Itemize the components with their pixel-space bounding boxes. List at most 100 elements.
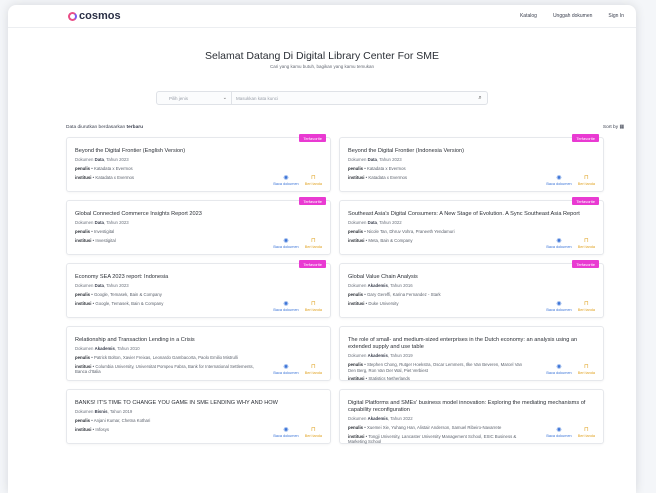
bookmark-label: Beri tanda (304, 182, 322, 186)
document-label: Dokumen (75, 409, 94, 414)
institution-value: Google, Temasek, Bain & Company (95, 300, 164, 306)
bookmark-label: Beri tanda (304, 245, 322, 249)
authors-line: penulis • Stephen Chong, Rutger Hoekstra… (348, 362, 523, 373)
card-actions: ◉ Baca dokumen ⊓ Beri tanda (273, 427, 322, 438)
read-document-label: Baca dokumen (546, 434, 572, 438)
document-card[interactable]: BANKS! IT'S TIME TO CHANGE YOU GAME IN S… (66, 389, 331, 444)
document-title[interactable]: Global Connected Commerce Insights Repor… (75, 211, 322, 218)
document-title[interactable]: Beyond the Digital Frontier (English Ver… (75, 148, 322, 155)
bookmark-button[interactable]: ⊓ Beri tanda (305, 175, 322, 186)
chevron-down-icon: ⌄ (222, 95, 227, 101)
nav-upload-document[interactable]: Unggah dokumen (553, 13, 592, 19)
grid-icon: ▦ (619, 125, 624, 130)
document-year: Tahun 2023 (106, 283, 129, 288)
institution-value: Duke University (368, 300, 399, 306)
bookmark-button[interactable]: ⊓ Beri tanda (305, 238, 322, 249)
read-document-label: Baca dokumen (546, 245, 572, 249)
authors-value: Anjani Kumar, Chetna Kothari (93, 418, 151, 423)
document-meta: Dokumen Data, Tahun 2022 (348, 220, 402, 225)
institution-value: Tongji University, Lancaster University … (348, 433, 517, 445)
bookmark-icon: ⊓ (311, 238, 316, 244)
document-card[interactable]: Relationship and Transaction Lending in … (66, 326, 331, 381)
document-title[interactable]: Relationship and Transaction Lending in … (75, 337, 322, 344)
bookmark-button[interactable]: ⊓ Beri tanda (578, 238, 595, 249)
bookmark-button[interactable]: ⊓ Beri tanda (305, 301, 322, 312)
authors-line: penulis • Investigital (75, 229, 115, 234)
institution-line: institusi • Google, Temasek, Bain & Comp… (75, 300, 164, 306)
authors-value: Gary Gereffi, Karina Fernandez - Stark (366, 292, 441, 297)
document-meta: Dokumen Data, Tahun 2023 (75, 220, 129, 225)
document-title[interactable]: Digital Platforms and SMEs' business mod… (348, 400, 595, 414)
institution-value: Statistics Netherlands (368, 376, 410, 381)
document-card[interactable]: Digital Platforms and SMEs' business mod… (339, 389, 604, 444)
sort-by-label: Sort by (602, 125, 619, 130)
card-actions: ◉ Baca dokumen ⊓ Beri tanda (273, 364, 322, 375)
bookmark-button[interactable]: ⊓ Beri tanda (578, 364, 595, 375)
keyword-input[interactable]: Masukkan kata kunci (232, 96, 473, 101)
document-title[interactable]: The role of small- and medium-sized ente… (348, 337, 595, 351)
sort-value: terbaru (126, 125, 144, 130)
read-document-button[interactable]: ◉ Baca dokumen (273, 238, 298, 249)
favorite-badge: Terfavorite (572, 134, 599, 142)
bookmark-label: Beri tanda (577, 182, 595, 186)
document-year: Tahun 2022 (390, 416, 413, 421)
authors-value: Xuemei Xie, Yuhang Han, Alistair Anderso… (366, 425, 502, 430)
institution-label: institusi (75, 426, 92, 432)
document-card[interactable]: Terfavorite Economy SEA 2023 report: Ind… (66, 260, 331, 318)
bookmark-icon: ⊓ (584, 427, 589, 433)
nav-katalog[interactable]: Katalog (520, 13, 537, 19)
bookmark-button[interactable]: ⊓ Beri tanda (578, 301, 595, 312)
read-document-button[interactable]: ◉ Baca dokumen (273, 175, 298, 186)
document-card[interactable]: Terfavorite Southeast Asia's Digital Con… (339, 197, 604, 255)
document-card[interactable]: Terfavorite Global Value Chain Analysis … (339, 260, 604, 318)
nav-links: Katalog Unggah dokumen Sign In (520, 13, 624, 19)
read-document-button[interactable]: ◉ Baca dokumen (273, 364, 298, 375)
document-card[interactable]: Terfavorite Global Connected Commerce In… (66, 197, 331, 255)
read-document-button[interactable]: ◉ Baca dokumen (546, 238, 571, 249)
nav-sign-in[interactable]: Sign In (608, 13, 624, 19)
institution-label: institusi (348, 433, 365, 439)
cosmos-logo[interactable]: cosmos (68, 10, 121, 22)
institution-line: institusi • Meta, Bain & Company (348, 237, 413, 243)
bookmark-label: Beri tanda (304, 434, 322, 438)
document-label: Dokumen (348, 416, 367, 421)
read-document-button[interactable]: ◉ Baca dokumen (273, 427, 298, 438)
sort-by-button[interactable]: Sort by ▦ (603, 125, 624, 130)
document-meta: Dokumen Akademis, Tahun 2019 (348, 353, 413, 358)
read-document-button[interactable]: ◉ Baca dokumen (546, 301, 571, 312)
document-meta: Dokumen Akademis, Tahun 2016 (348, 283, 413, 288)
document-year: Tahun 2019 (390, 353, 413, 358)
document-type-select[interactable]: Pilih jenis ⌄ (157, 92, 232, 104)
card-actions: ◉ Baca dokumen ⊓ Beri tanda (546, 301, 595, 312)
read-document-button[interactable]: ◉ Baca dokumen (273, 301, 298, 312)
bookmark-button[interactable]: ⊓ Beri tanda (305, 364, 322, 375)
document-label: Dokumen (75, 220, 94, 225)
bookmark-label: Beri tanda (577, 371, 595, 375)
document-title[interactable]: Beyond the Digital Frontier (Indonesia V… (348, 148, 595, 155)
bookmark-icon: ⊓ (584, 175, 589, 181)
document-title[interactable]: Global Value Chain Analysis (348, 274, 595, 281)
read-document-button[interactable]: ◉ Baca dokumen (546, 364, 571, 375)
authors-value: Patrick Bolton, Xavier Freixas, Leonardo… (93, 355, 238, 360)
read-document-button[interactable]: ◉ Baca dokumen (546, 175, 571, 186)
document-label: Dokumen (348, 220, 367, 225)
search-icon[interactable]: ⌕ (473, 95, 487, 102)
bookmark-button[interactable]: ⊓ Beri tanda (578, 175, 595, 186)
bookmark-button[interactable]: ⊓ Beri tanda (578, 427, 595, 438)
document-year: Tahun 2019 (109, 409, 133, 414)
hero-section: Selamat Datang Di Digital Library Center… (8, 50, 636, 69)
eye-icon: ◉ (556, 427, 562, 433)
document-card[interactable]: The role of small- and medium-sized ente… (339, 326, 604, 381)
document-card[interactable]: Terfavorite Beyond the Digital Frontier … (339, 134, 604, 192)
document-title[interactable]: Economy SEA 2023 report: Indonesia (75, 274, 322, 281)
read-document-button[interactable]: ◉ Baca dokumen (546, 427, 571, 438)
document-card[interactable]: Terfavorite Beyond the Digital Frontier … (66, 134, 331, 192)
card-actions: ◉ Baca dokumen ⊓ Beri tanda (546, 427, 595, 438)
institution-label: institusi (348, 300, 365, 306)
authors-value: Stephen Chong, Rutger Hoekstra, Oscar Le… (348, 362, 523, 373)
document-title[interactable]: BANKS! IT'S TIME TO CHANGE YOU GAME IN S… (75, 400, 322, 407)
document-title[interactable]: Southeast Asia's Digital Consumers: A Ne… (348, 211, 595, 218)
authors-label: penulis (75, 418, 91, 423)
bookmark-button[interactable]: ⊓ Beri tanda (305, 427, 322, 438)
bookmark-icon: ⊓ (311, 364, 316, 370)
